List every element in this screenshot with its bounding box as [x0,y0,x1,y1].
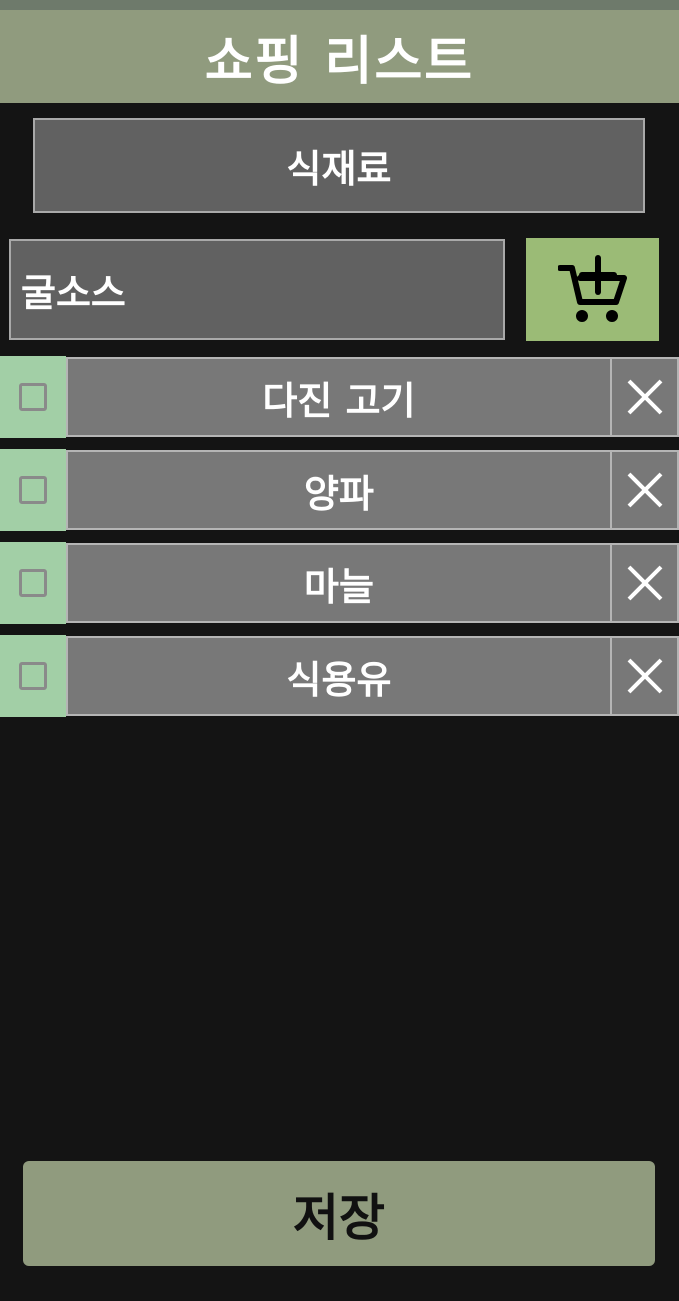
item-check-cell[interactable] [0,449,66,531]
item-checkbox[interactable] [19,476,47,504]
list-item: 마늘 [0,542,679,624]
item-checkbox[interactable] [19,383,47,411]
close-icon [627,565,662,601]
item-label: 양파 [66,450,612,530]
item-label: 마늘 [66,543,612,623]
close-icon [627,379,662,415]
item-input[interactable] [9,239,505,340]
category-selector[interactable]: 식재료 [33,118,645,213]
list-item: 양파 [0,449,679,531]
item-label: 식용유 [66,636,612,716]
item-checkbox[interactable] [19,569,47,597]
item-check-cell[interactable] [0,542,66,624]
list-item: 다진 고기 [0,356,679,438]
delete-item-button[interactable] [610,357,679,437]
delete-item-button[interactable] [610,543,679,623]
page-title: 쇼핑 리스트 [204,32,475,92]
close-icon [627,658,662,694]
cart-plus-icon [557,254,627,322]
status-bar [0,0,679,10]
close-icon [627,472,662,508]
save-button[interactable]: 저장 [23,1161,655,1266]
item-label: 다진 고기 [66,357,612,437]
add-item-button[interactable] [526,238,659,341]
delete-item-button[interactable] [610,450,679,530]
item-check-cell[interactable] [0,356,66,438]
title-bar: 쇼핑 리스트 [0,10,679,103]
shopping-list-screen: 쇼핑 리스트 식재료 다진 고기 양파 [0,0,679,1301]
list-item: 식용유 [0,635,679,717]
item-check-cell[interactable] [0,635,66,717]
item-checkbox[interactable] [19,662,47,690]
delete-item-button[interactable] [610,636,679,716]
